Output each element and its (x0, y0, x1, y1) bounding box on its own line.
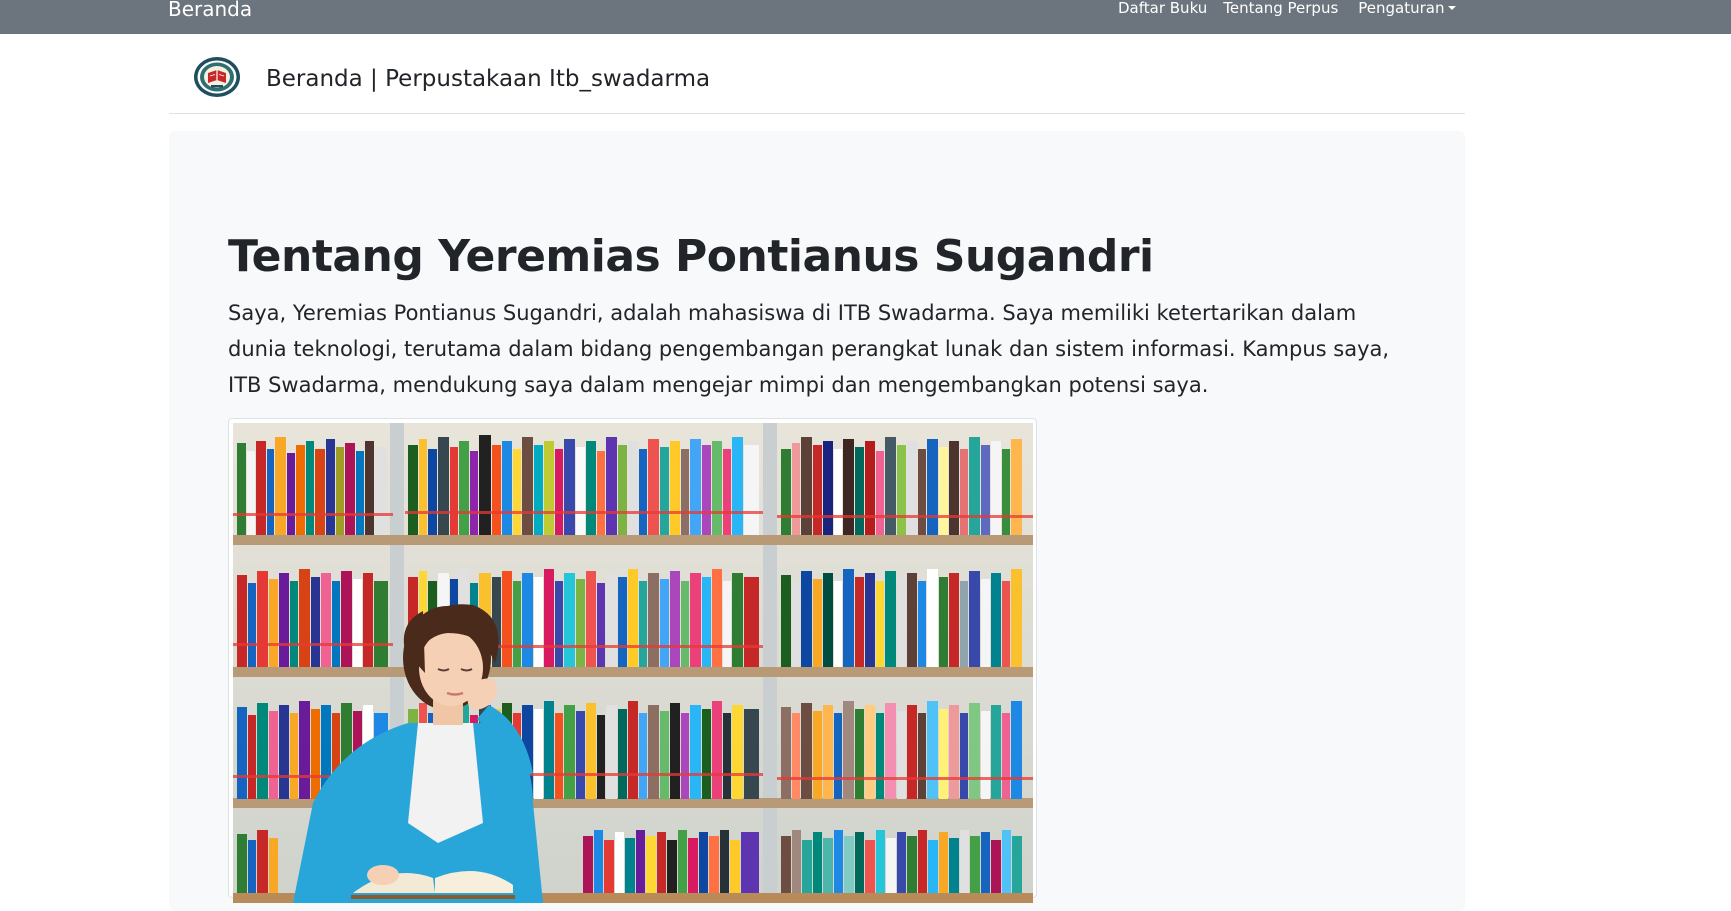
library-illustration (233, 423, 1033, 903)
itbs-logo[interactable] (193, 56, 241, 98)
library-photo-frame (228, 418, 1037, 903)
about-heading: Tentang Yeremias Pontianus Sugandri (228, 231, 1154, 282)
page-title: Beranda | Perpustakaan Itb_swadarma (266, 66, 711, 92)
nav-dropdown-pengaturan[interactable]: Pengaturan (1358, 0, 1457, 17)
top-navbar: Beranda Daftar Buku Tentang Perpus Penga… (0, 0, 1731, 34)
about-paragraph: Saya, Yeremias Pontianus Sugandri, adala… (228, 301, 1390, 397)
about-jumbotron: Tentang Yeremias Pontianus Sugandri Saya… (169, 131, 1465, 911)
nav-link-tentang-perpus[interactable]: Tentang Perpus (1223, 0, 1338, 17)
navbar-links: Daftar Buku Tentang Perpus Pengaturan (1118, 0, 1457, 17)
page-header: Beranda | Perpustakaan Itb_swadarma (169, 34, 1465, 114)
nav-dropdown-label: Pengaturan (1358, 0, 1445, 17)
library-photo (233, 423, 1033, 903)
navbar-brand[interactable]: Beranda (168, 0, 252, 21)
nav-link-daftar-buku[interactable]: Daftar Buku (1118, 0, 1207, 17)
caret-down-icon (1448, 6, 1457, 10)
